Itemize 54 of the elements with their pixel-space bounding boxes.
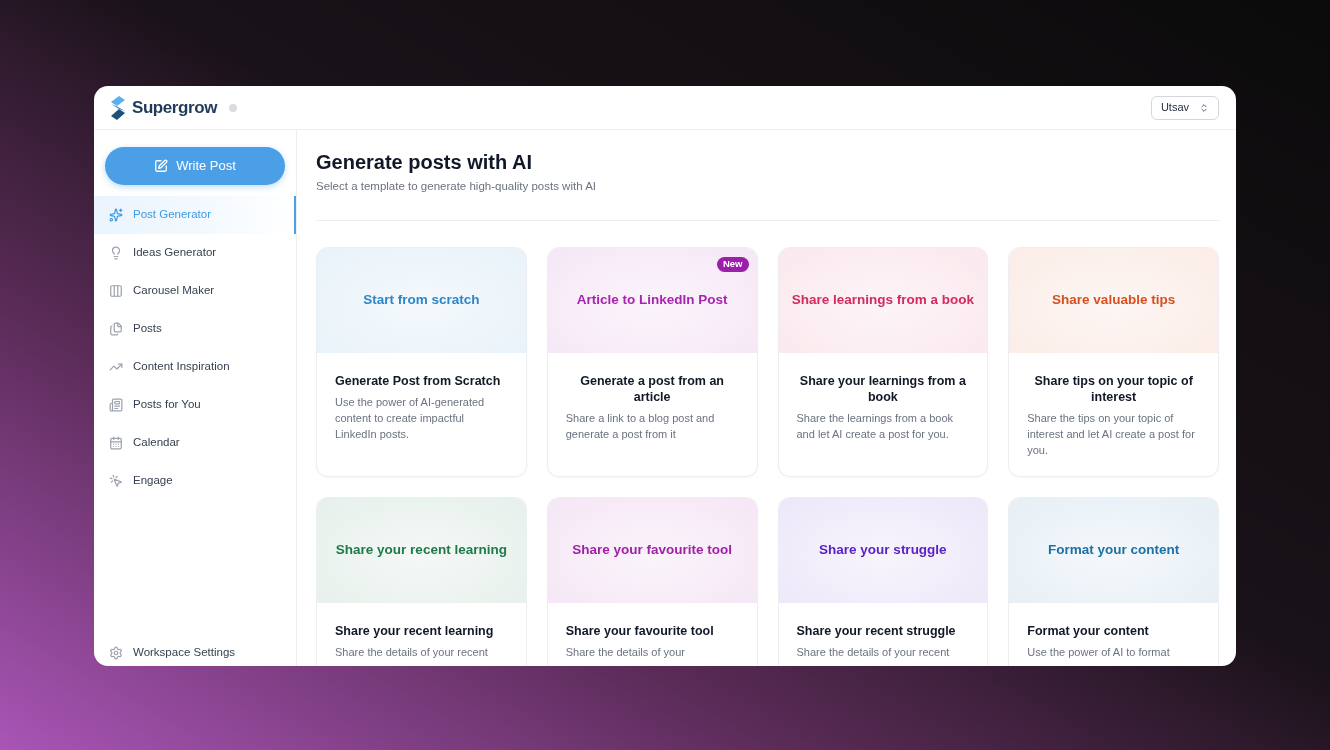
sparkles-icon (109, 208, 123, 222)
card-description: Use the power of AI to format (1027, 645, 1170, 660)
banner-title: Share your favourite tool (572, 541, 732, 560)
template-card[interactable]: Share learnings from a book Share your learnings from a book Share the learnings from a book and let AI create a post for you. (777, 247, 989, 477)
settings-icon (109, 646, 123, 660)
calendar-icon (109, 436, 123, 450)
template-card[interactable]: Share your favourite tool Share your favourite tool Share the details of your (546, 497, 758, 666)
card-title: Share your learnings from a book (798, 373, 967, 405)
nav-item[interactable]: Calendar (94, 424, 296, 462)
template-card[interactable]: Share your struggle Share your recent struggle Share the details of your recent (777, 497, 989, 666)
banner-title: Share your recent learning (335, 541, 507, 560)
page-title: Generate posts with AI (316, 150, 533, 175)
template-card[interactable]: Start from scratch Generate Post from Scratch Use the power of AI-generated content to create impactful LinkedIn posts. (316, 247, 527, 477)
nav-item[interactable]: Posts (94, 310, 296, 348)
card-description: Share a link to a blog post and generate a post from it (565, 411, 716, 442)
banner-title: Format your content (1048, 541, 1180, 560)
template-card[interactable]: Share valuable tips Share tips on your topic of interest Share the tips on your topic of interest and let AI create a post for you. (1008, 247, 1219, 477)
banner-title: Share valuable tips (1052, 291, 1176, 310)
nav-item[interactable]: Carousel Maker (94, 272, 296, 310)
nav-item[interactable]: Workspace Settings (94, 640, 296, 666)
edit-icon (154, 159, 169, 173)
page-subtitle: Select a template to generate high-quality posts with AI (316, 179, 597, 194)
card-title: Generate Post from Scratch (335, 373, 501, 389)
card-description: Share the tips on your topic of interest and let AI create a post for you. (1027, 411, 1196, 458)
card-title: Share tips on your topic of interest (1033, 373, 1194, 405)
logo-icon (110, 95, 126, 120)
nav-item[interactable]: Ideas Generator (94, 234, 296, 272)
template-card[interactable]: Format your content Format your content Use the power of AI to format (1008, 497, 1219, 666)
workspace-select[interactable]: Utsav (1150, 95, 1219, 120)
banner-title: Share learnings from a book (791, 291, 974, 310)
card-title: Share your recent struggle (796, 623, 956, 639)
columns-icon (109, 284, 123, 298)
brand-name: Supergrow (132, 96, 217, 119)
card-description: Share the details of your (565, 645, 685, 660)
documents-icon (109, 322, 123, 336)
nav-item[interactable]: Posts for You (94, 386, 296, 424)
nav-item[interactable]: Engage (94, 462, 296, 500)
card-description: Share the details of your recent (335, 645, 488, 660)
card-title: Share your favourite tool (565, 623, 714, 639)
pointer-click-icon (109, 474, 123, 488)
badge: New (716, 257, 749, 272)
banner-title: Share your struggle (819, 541, 947, 560)
lightbulb-icon (109, 246, 123, 260)
card-title: Share your recent learning (335, 623, 494, 639)
card-description: Share the details of your recent (796, 645, 950, 660)
card-title: Format your content (1027, 623, 1149, 639)
template-card[interactable]: Share your recent learning Share your recent learning Share the details of your recent (316, 497, 527, 666)
banner-title: Start from scratch (363, 291, 480, 310)
chevrons-up-down-icon (1199, 102, 1209, 113)
card-description: Use the power of AI-generated content to create impactful LinkedIn posts. (335, 395, 486, 442)
nav-item[interactable]: Content Inspiration (94, 348, 296, 386)
card-description: Share the learnings from a book and let AI create a post for you. (796, 411, 955, 442)
newspaper-icon (109, 398, 123, 412)
card-title: Generate a post from an article (579, 373, 725, 405)
